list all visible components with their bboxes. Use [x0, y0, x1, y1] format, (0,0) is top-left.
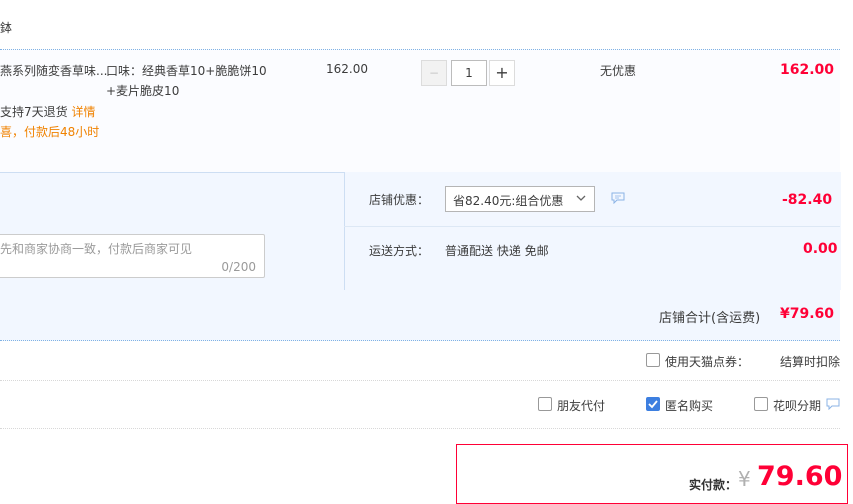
chat-bubble-icon[interactable] [826, 398, 840, 413]
return-policy-link[interactable]: 详情 [71, 105, 95, 119]
shop-discount-label: 店铺优惠： [369, 193, 430, 207]
shipping-promise: 喜，付款后48小时 [0, 125, 100, 139]
message-char-counter: 0/200 [221, 260, 256, 274]
tmall-points-label: 使用天猫点券： [665, 355, 750, 369]
payment-amount: 79.60 [757, 461, 843, 492]
item-spec-line2: +麦片脆皮10 [106, 84, 180, 98]
quantity-decrease-button[interactable]: − [421, 60, 447, 86]
item-spec-line1: 口味：经典香草10+脆脆饼10 [106, 64, 267, 78]
payment-label: 实付款： [689, 478, 738, 492]
shop-discount-amount: -82.40 [782, 192, 833, 208]
buyer-message-input[interactable]: 先和商家协商一致，付款后商家可见 0/200 [0, 234, 265, 278]
item-subtotal: 162.00 [780, 62, 835, 78]
divider [344, 226, 840, 227]
item-title[interactable]: 燕系列随変香草味... [0, 62, 107, 79]
buyer-message-placeholder: 先和商家协商一致，付款后商家可见 [0, 242, 193, 256]
shop-total-amount: ¥79.60 [780, 306, 835, 322]
chat-bubble-icon[interactable] [611, 192, 625, 207]
quantity-increase-button[interactable]: + [489, 60, 515, 86]
return-policy: 支持7天退货 详情 [0, 103, 95, 120]
friend-pay-label: 朋友代付 [557, 399, 606, 413]
shop-discount-select-value: 省82.40元:组合优惠 [453, 194, 564, 208]
huabei-installment-checkbox[interactable] [754, 397, 768, 411]
divider [0, 380, 840, 381]
chevron-down-icon [575, 192, 587, 207]
anonymous-purchase-label: 匿名购买 [665, 399, 714, 413]
payment-summary-box: 实付款： ¥ 79.60 [456, 444, 848, 504]
friend-pay-checkbox[interactable] [538, 397, 552, 411]
tmall-points-note: 结算时扣除 [780, 355, 841, 369]
anonymous-purchase-checkbox[interactable] [646, 397, 660, 411]
shipping-method-value: 普通配送 快递 免邮 [445, 244, 549, 258]
return-policy-text: 支持7天退货 [0, 105, 68, 119]
shop-total-label: 店铺合计(含运费) [659, 311, 761, 326]
item-discount: 无优惠 [600, 64, 637, 78]
unit-price: 162.00 [326, 62, 368, 76]
quantity-input[interactable]: 1 [451, 60, 487, 86]
shop-discount-select[interactable]: 省82.40元:组合优惠 [445, 186, 595, 212]
shipping-method-label: 运送方式： [369, 244, 430, 258]
header-fragment: 鉢 [0, 21, 13, 35]
divider [0, 428, 840, 429]
shipping-amount: 0.00 [803, 241, 838, 257]
huabei-installment-label: 花呗分期 [773, 399, 822, 413]
check-icon [648, 400, 658, 409]
payment-currency: ¥ [738, 467, 751, 491]
tmall-points-checkbox[interactable] [646, 353, 660, 367]
